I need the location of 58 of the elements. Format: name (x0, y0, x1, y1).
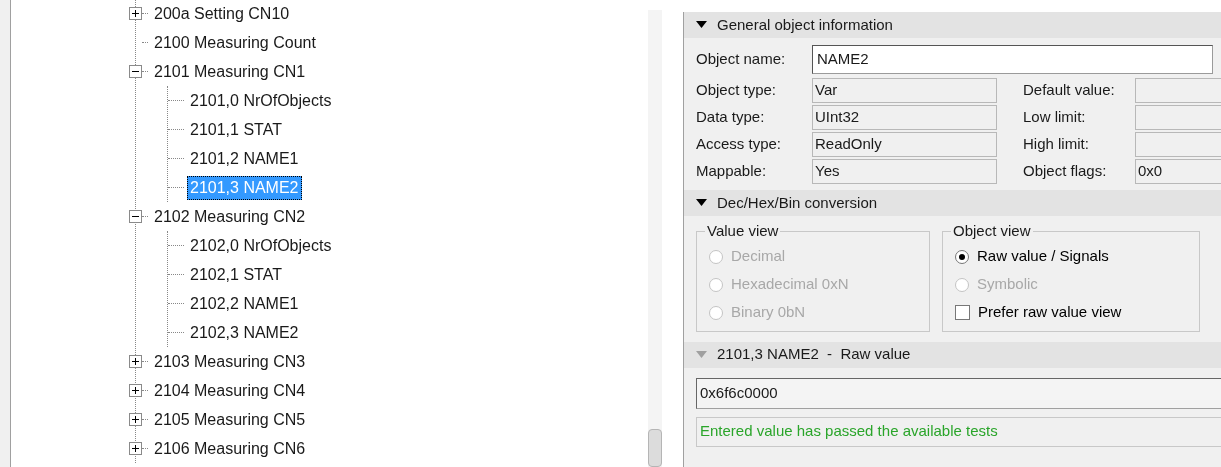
tree-item[interactable]: 2102,3 NAME2 (187, 320, 302, 345)
scrollbar-thumb[interactable] (648, 429, 662, 467)
validation-message: Entered value has passed the available tests (696, 416, 1221, 447)
section-header[interactable]: General object information (684, 12, 1221, 38)
option-label: Prefer raw value view (978, 302, 1122, 323)
group-title: Object view (952, 221, 1032, 241)
tree-item[interactable]: 2102,0 NrOfObjects (187, 233, 335, 258)
tree-item[interactable]: 2102,1 STAT (187, 262, 285, 287)
minus-box-icon[interactable] (129, 65, 142, 78)
tree-item[interactable]: 2101,0 NrOfObjects (187, 88, 335, 113)
section-title: General object information (717, 14, 893, 35)
readonly-field[interactable] (1135, 78, 1221, 103)
field-label: Default value: (1023, 80, 1116, 101)
readonly-field[interactable]: ReadOnly (812, 132, 997, 157)
tree-item[interactable]: 2101,1 STAT (187, 117, 285, 142)
readonly-field[interactable]: Var (812, 78, 997, 103)
minus-box-icon[interactable] (129, 210, 142, 223)
tree-item[interactable]: 2101,2 NAME1 (187, 146, 302, 171)
section-title: Dec/Hex/Bin conversion (717, 192, 878, 213)
plus-box-icon[interactable] (129, 442, 142, 455)
tree-item[interactable]: 2103 Measuring CN3 (151, 349, 309, 374)
tree-item[interactable]: 2100 Measuring Count (151, 30, 319, 55)
plus-box-icon[interactable] (129, 7, 142, 20)
field-label: Mappable: (696, 161, 768, 182)
field-label: Data type: (696, 107, 766, 128)
plus-box-icon[interactable] (129, 384, 142, 397)
option-label: Raw value / Signals (977, 246, 1109, 267)
field-label: Object type: (696, 80, 778, 101)
object-name-field[interactable]: NAME2 (812, 44, 1213, 74)
option-label: Decimal (731, 246, 786, 267)
tree-item[interactable]: 2106 Measuring CN6 (151, 436, 309, 461)
field-label: Object name: (696, 48, 787, 69)
checkbox[interactable] (955, 305, 970, 320)
readonly-field[interactable]: 0x0 (1135, 159, 1221, 184)
section-title: 2101,3 NAME2 - Raw value (717, 344, 911, 365)
radio-button[interactable] (955, 249, 969, 264)
readonly-field[interactable]: UInt32 (812, 105, 997, 130)
readonly-field[interactable] (1135, 132, 1221, 157)
option-label: Binary 0bN (731, 302, 806, 323)
plus-box-icon[interactable] (129, 355, 142, 368)
tree-item[interactable]: 2102 Measuring CN2 (151, 204, 309, 229)
group-title: Value view (706, 221, 780, 241)
field-label: Access type: (696, 134, 783, 155)
plus-box-icon[interactable] (129, 413, 142, 426)
option-label: Symbolic (977, 274, 1038, 295)
option-label: Hexadecimal 0xN (731, 274, 849, 295)
tree-item[interactable]: 2104 Measuring CN4 (151, 378, 309, 403)
field-label: Low limit: (1023, 107, 1087, 128)
readonly-field[interactable]: Yes (812, 159, 997, 184)
section-header[interactable]: Dec/Hex/Bin conversion (684, 190, 1221, 216)
readonly-field[interactable] (1135, 105, 1221, 130)
tree-item[interactable]: 2101 Measuring CN1 (151, 59, 309, 84)
tree-item[interactable]: 2105 Measuring CN5 (151, 407, 309, 432)
field-label: Object flags: (1023, 161, 1108, 182)
scrollbar[interactable] (648, 10, 662, 467)
tree-item[interactable]: 2102,2 NAME1 (187, 291, 302, 316)
tree-item[interactable]: 200a Setting CN10 (151, 1, 293, 26)
field-label: High limit: (1023, 134, 1090, 155)
